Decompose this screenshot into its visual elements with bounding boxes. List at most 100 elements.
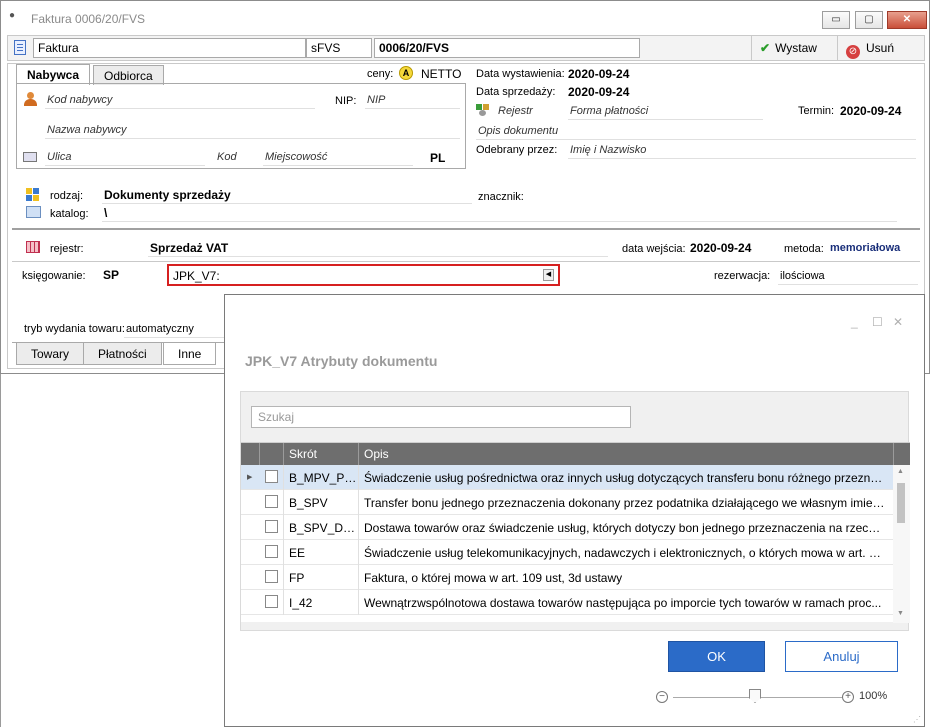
zoom-plus-icon[interactable]: + <box>842 691 854 703</box>
series-field[interactable]: sFVS <box>306 38 372 58</box>
row-checkbox[interactable] <box>265 595 278 608</box>
row-checkbox[interactable] <box>265 570 278 583</box>
marker-label: znacznik: <box>478 191 524 203</box>
attributes-grid: Skrót Opis ▶ B_MPV_PR... Świadczenie usł… <box>241 442 910 623</box>
search-input[interactable]: Szukaj <box>251 406 631 428</box>
term-label: Termin: <box>798 105 835 117</box>
jpk-v7-field[interactable]: JPK_V7: ◀ <box>167 264 560 286</box>
dialog-title: JPK_V7 Atrybuty dokumentu <box>245 353 438 369</box>
description-field[interactable]: Opis dokumentu <box>478 125 558 137</box>
scroll-up-icon[interactable]: ▲ <box>897 468 904 475</box>
table-row[interactable]: FP Faktura, o której mowa w art. 109 ust… <box>241 565 893 590</box>
city-field[interactable]: Miejscowość <box>265 151 327 163</box>
scroll-down-icon[interactable]: ▼ <box>897 610 904 617</box>
tab-payments[interactable]: Płatności <box>83 343 162 365</box>
minimize-button[interactable]: ▭ <box>822 11 850 29</box>
folder-icon <box>26 206 41 218</box>
column-header-description[interactable]: Opis <box>364 447 389 461</box>
type-field[interactable]: Dokumenty sprzedaży <box>104 188 231 202</box>
row-description: Świadczenie usług telekomunikacyjnych, n… <box>364 546 886 560</box>
register-field[interactable]: Rejestr <box>498 105 533 117</box>
row-description: Dostawa towarów oraz świadczenie usług, … <box>364 521 886 535</box>
row-code: B_SPV_DO... <box>289 521 357 535</box>
background-window-edge <box>0 374 1 727</box>
ok-button[interactable]: OK <box>668 641 765 672</box>
postcode-field[interactable]: Kod <box>217 151 237 163</box>
table-row[interactable]: ▶ B_MPV_PR... Świadczenie usług pośredni… <box>241 465 893 490</box>
person-icon <box>23 92 37 106</box>
section-divider <box>12 228 920 230</box>
dialog-maximize-button[interactable]: ☐ <box>872 315 883 329</box>
reservation-field[interactable]: ilościowa <box>780 270 825 282</box>
tab-recipient[interactable]: Odbiorca <box>93 65 164 85</box>
row-checkbox[interactable] <box>265 470 278 483</box>
issue-date-field[interactable]: 2020-09-24 <box>568 67 629 81</box>
dialog-minimize-button[interactable]: _ <box>851 315 858 329</box>
check-icon: ✔ <box>760 41 771 55</box>
register-table-icon <box>26 241 40 253</box>
maximize-button[interactable]: ▢ <box>855 11 883 29</box>
registry-label: rejestr: <box>50 243 84 255</box>
type-label: rodzaj: <box>50 190 84 202</box>
row-checkbox[interactable] <box>265 545 278 558</box>
payment-method-field[interactable]: Forma płatności <box>570 105 648 117</box>
registry-field[interactable]: Sprzedaż VAT <box>150 241 228 255</box>
posting-label: księgowanie: <box>22 270 86 282</box>
entry-date-field[interactable]: 2020-09-24 <box>690 241 751 255</box>
catalog-field[interactable]: \ <box>104 206 107 220</box>
buyer-panel: Kod nabywcy NIP: NIP Nazwa nabywcy Ulica… <box>16 83 466 169</box>
tab-buyer[interactable]: Nabywca <box>16 64 91 85</box>
cancel-button[interactable]: Anuluj <box>785 641 898 672</box>
issue-mode-field[interactable]: automatyczny <box>126 323 194 335</box>
received-by-field[interactable]: Imię i Nazwisko <box>570 144 646 156</box>
grid-scrollbar[interactable]: ▲ ▼ <box>893 465 910 623</box>
column-header-code[interactable]: Skrót <box>289 447 317 461</box>
method-field[interactable]: memoriałowa <box>830 242 900 254</box>
issue-button[interactable]: ✔ Wystaw <box>751 36 837 60</box>
issue-mode-label: tryb wydania towaru: <box>24 323 125 335</box>
zoom-minus-icon[interactable]: − <box>656 691 668 703</box>
resize-grip-icon[interactable]: ⋰ <box>913 715 921 724</box>
sale-date-field[interactable]: 2020-09-24 <box>568 85 629 99</box>
table-row[interactable]: EE Świadczenie usług telekomunikacyjnych… <box>241 540 893 565</box>
dialog-close-button[interactable]: ✕ <box>893 315 903 329</box>
prices-value[interactable]: NETTO <box>421 67 461 81</box>
document-type-field[interactable]: Faktura <box>33 38 306 58</box>
document-icon <box>14 40 26 55</box>
buyer-code-field[interactable]: Kod nabywcy <box>47 94 112 106</box>
close-button[interactable]: ✕ <box>887 11 927 29</box>
term-field[interactable]: 2020-09-24 <box>840 104 901 118</box>
delete-button[interactable]: ⊘ Usuń <box>837 36 925 60</box>
reservation-label: rezerwacja: <box>714 270 771 282</box>
table-row[interactable]: B_SPV Transfer bonu jednego przeznaczeni… <box>241 490 893 515</box>
method-label: metoda: <box>784 243 824 255</box>
buyer-name-field[interactable]: Nazwa nabywcy <box>47 124 126 136</box>
row-code: I_42 <box>289 596 313 610</box>
entry-date-label: data wejścia: <box>622 243 686 255</box>
row-code: B_MPV_PR... <box>289 471 357 485</box>
zoom-level: 100% <box>859 690 888 702</box>
table-row[interactable]: B_SPV_DO... Dostawa towarów oraz świadcz… <box>241 515 893 540</box>
issue-date-label: Data wystawienia: <box>476 68 565 80</box>
nip-field[interactable]: NIP <box>367 94 385 106</box>
row-checkbox[interactable] <box>265 495 278 508</box>
chevron-left-icon[interactable]: ◀ <box>543 269 554 281</box>
catalog-label: katalog: <box>50 208 89 220</box>
jpk-v7-value: JPK_V7: <box>173 269 220 283</box>
tab-other[interactable]: Inne <box>163 343 217 365</box>
zoom-slider-thumb[interactable] <box>749 689 761 703</box>
prices-badge-icon: A <box>399 66 413 80</box>
street-field[interactable]: Ulica <box>47 151 71 163</box>
register-icon <box>476 104 490 116</box>
posting-field[interactable]: SP <box>103 268 119 282</box>
tab-goods[interactable]: Towary <box>16 343 85 365</box>
title-bar: ● Faktura 0006/20/FVS ▭ ▢ ✕ <box>1 1 929 33</box>
country-field[interactable]: PL <box>430 151 445 165</box>
sale-date-label: Data sprzedaży: <box>476 86 556 98</box>
received-by-label: Odebrany przez: <box>476 144 558 156</box>
row-checkbox[interactable] <box>265 520 278 533</box>
table-row[interactable]: I_42 Wewnątrzwspólnotowa dostawa towarów… <box>241 590 893 615</box>
document-number-field[interactable]: 0006/20/FVS <box>374 38 640 58</box>
row-description: Transfer bonu jednego przeznaczenia doko… <box>364 496 886 510</box>
scrollbar-thumb[interactable] <box>897 483 905 523</box>
